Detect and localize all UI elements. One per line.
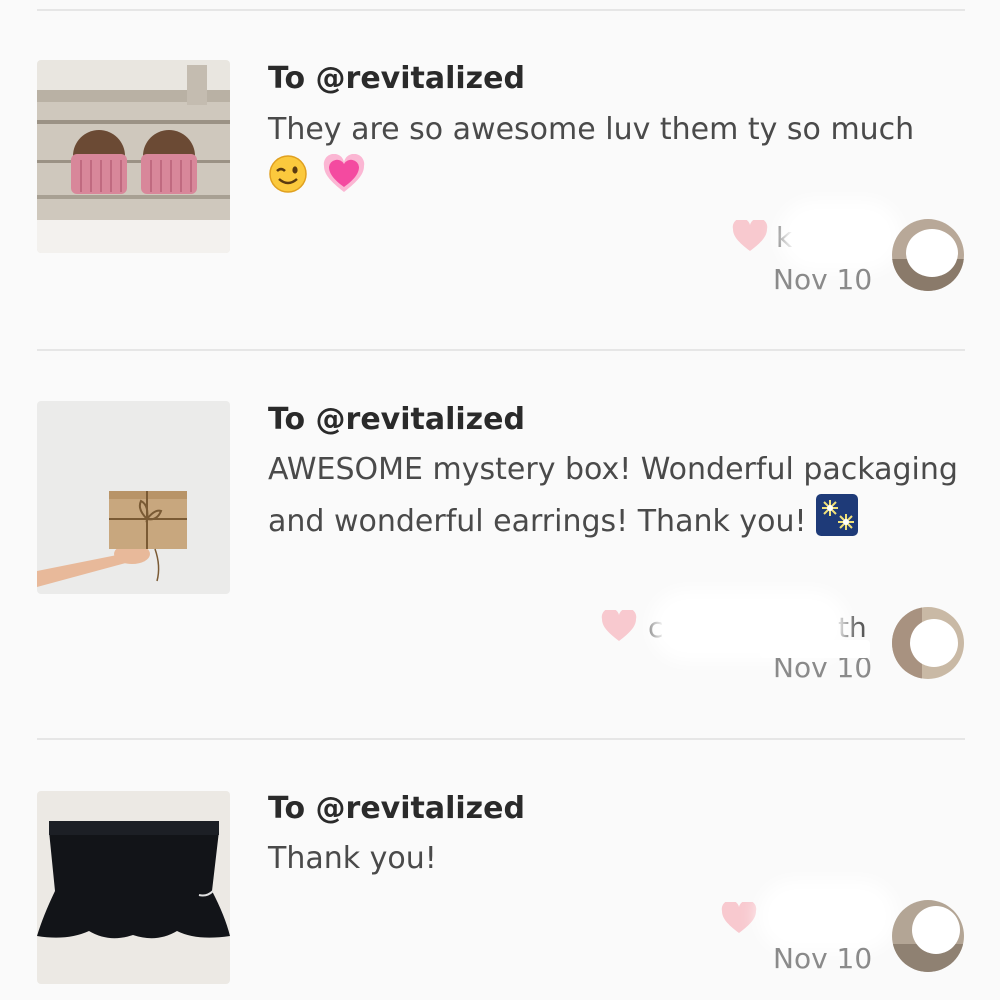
redaction [760, 640, 870, 658]
recipient-label[interactable]: To @revitalized [268, 403, 525, 437]
recipient-label[interactable]: To @revitalized [268, 62, 525, 96]
growing-heart-icon [322, 153, 366, 209]
divider [37, 9, 965, 11]
listing-thumbnail[interactable] [37, 401, 230, 594]
feedback-date: Nov 10 [773, 263, 873, 296]
author-name[interactable]: k [776, 222, 792, 254]
avatar[interactable] [892, 607, 964, 679]
divider [37, 738, 965, 740]
divider [37, 349, 965, 351]
heart-icon[interactable] [732, 218, 768, 252]
recipient-label[interactable]: To @revitalized [268, 792, 525, 826]
feedback-message: They are so awesome luv them ty so much [268, 105, 968, 209]
feedback-date: Nov 10 [773, 942, 873, 975]
winking-face-icon [268, 154, 308, 209]
avatar[interactable] [892, 900, 964, 972]
redaction [792, 214, 887, 258]
fireworks-icon [816, 494, 859, 551]
listing-thumbnail[interactable] [37, 60, 230, 253]
feedback-message: Thank you! [268, 834, 968, 883]
listing-thumbnail[interactable] [37, 791, 230, 984]
avatar[interactable] [892, 219, 964, 291]
feedback-message: AWESOME mystery box! Wonderful packaging… [268, 445, 958, 551]
author-name-start[interactable]: c [648, 612, 663, 644]
feedback-list: To @revitalized They are so awesome luv … [0, 0, 1000, 1000]
heart-icon[interactable] [721, 900, 757, 934]
message-text: They are so awesome luv them ty so much [268, 112, 915, 147]
heart-icon[interactable] [601, 608, 637, 642]
message-text: Thank you! [268, 841, 437, 876]
redaction [772, 894, 882, 938]
